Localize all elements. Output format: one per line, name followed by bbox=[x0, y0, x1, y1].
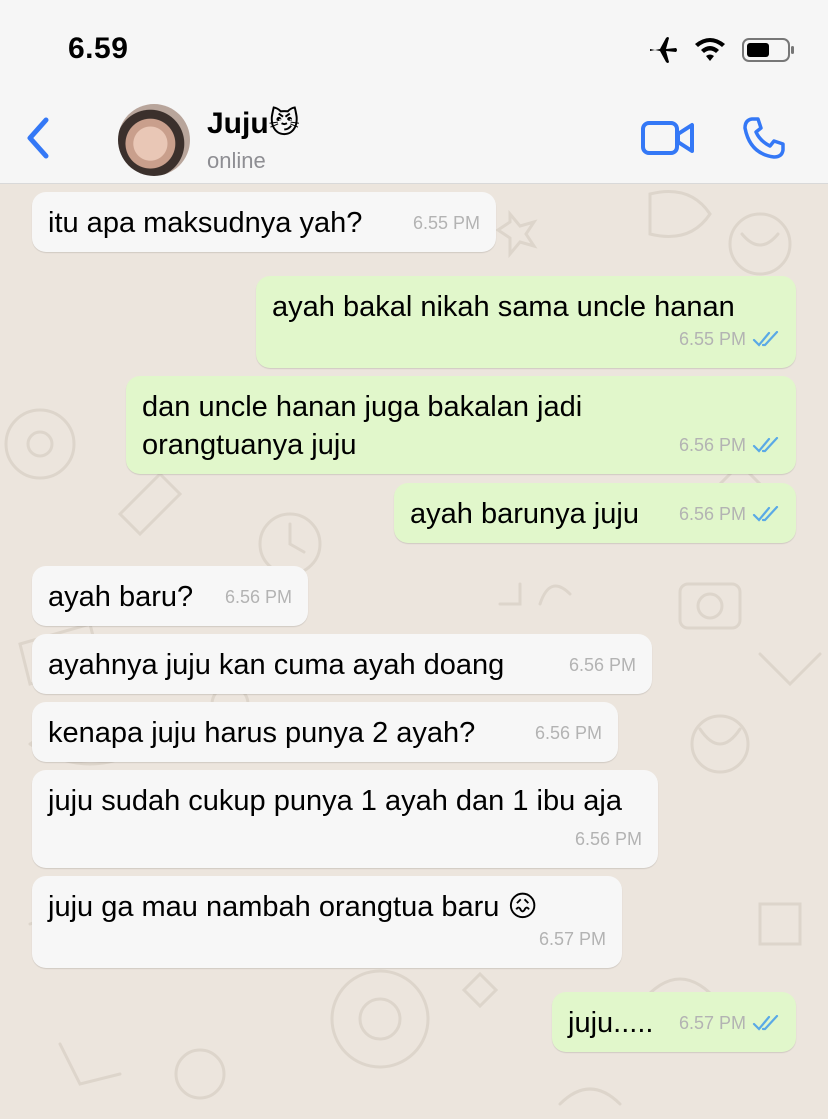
avatar[interactable] bbox=[118, 104, 190, 176]
wifi-icon bbox=[695, 38, 725, 61]
message-text: ayah barunya juju bbox=[410, 498, 639, 530]
message-meta: 6.57 PM bbox=[679, 1004, 780, 1042]
message-time: 6.56 PM bbox=[534, 723, 602, 743]
message-incoming[interactable]: kenapa juju harus punya 2 ayah? 6.56 PM bbox=[32, 702, 618, 762]
video-call-icon[interactable] bbox=[640, 120, 696, 156]
double-check-icon bbox=[752, 506, 779, 522]
message-incoming[interactable]: juju sudah cukup punya 1 ayah dan 1 ibu … bbox=[32, 770, 658, 868]
message-outgoing[interactable]: juju..... 6.57 PM bbox=[552, 992, 796, 1052]
message-time: 6.56 PM bbox=[568, 655, 636, 675]
message-time: 6.56 PM bbox=[224, 587, 292, 607]
message-incoming[interactable]: juju ga mau nambah orangtua baru 😖 6.57 … bbox=[32, 876, 622, 968]
status-bar: 6.59 bbox=[0, 0, 828, 92]
message-text: ayah baru? bbox=[48, 581, 194, 613]
message-incoming[interactable]: itu apa maksudnya yah? 6.55 PM bbox=[32, 192, 496, 252]
back-chevron-icon[interactable] bbox=[22, 116, 54, 160]
message-text: itu apa maksudnya yah? bbox=[48, 207, 363, 239]
message-incoming[interactable]: ayah baru? 6.56 PM bbox=[32, 566, 308, 626]
contact-name[interactable]: Juju😼 bbox=[207, 106, 300, 141]
message-outgoing[interactable]: ayah bakal nikah sama uncle hanan 6.55 P… bbox=[256, 276, 796, 368]
message-text: juju sudah cukup punya 1 ayah dan 1 ibu … bbox=[48, 785, 622, 817]
battery-icon bbox=[742, 38, 794, 62]
message-time: 6.56 PM bbox=[574, 829, 642, 849]
message-text: juju ga mau nambah orangtua baru 😖 bbox=[48, 891, 538, 923]
double-check-icon bbox=[752, 437, 779, 453]
message-text: ayah bakal nikah sama uncle hanan bbox=[272, 291, 735, 323]
message-time: 6.55 PM bbox=[678, 329, 746, 349]
message-meta: 6.56 PM bbox=[679, 495, 780, 533]
message-text: dan uncle hanan juga bakalan jadi orangt… bbox=[142, 391, 583, 461]
message-text: juju..... bbox=[568, 1007, 654, 1039]
message-text: ayahnya juju kan cuma ayah doang bbox=[48, 649, 505, 681]
airplane-icon bbox=[650, 37, 677, 63]
message-text: kenapa juju harus punya 2 ayah? bbox=[48, 717, 476, 749]
message-outgoing[interactable]: ayah barunya juju 6.56 PM bbox=[394, 483, 796, 543]
message-meta: 6.56 PM bbox=[679, 426, 780, 464]
message-time: 6.57 PM bbox=[678, 1013, 746, 1033]
message-time: 6.56 PM bbox=[678, 504, 746, 524]
message-incoming[interactable]: ayahnya juju kan cuma ayah doang 6.56 PM bbox=[32, 634, 652, 694]
double-check-icon bbox=[752, 1015, 779, 1031]
message-time: 6.57 PM bbox=[538, 929, 606, 949]
message-time: 6.56 PM bbox=[678, 435, 746, 455]
status-icons bbox=[648, 36, 796, 64]
phone-icon[interactable] bbox=[742, 116, 786, 160]
message-meta: 6.55 PM bbox=[679, 320, 780, 358]
chat-area[interactable]: itu apa maksudnya yah? 6.55 PM ayah baka… bbox=[0, 184, 828, 1119]
message-outgoing[interactable]: dan uncle hanan juga bakalan jadi orangt… bbox=[126, 376, 796, 474]
contact-status: online bbox=[207, 148, 266, 173]
chat-header: Juju😼 online bbox=[0, 92, 828, 184]
message-time: 6.55 PM bbox=[412, 213, 480, 233]
status-time: 6.59 bbox=[68, 32, 129, 65]
double-check-icon bbox=[752, 331, 779, 347]
